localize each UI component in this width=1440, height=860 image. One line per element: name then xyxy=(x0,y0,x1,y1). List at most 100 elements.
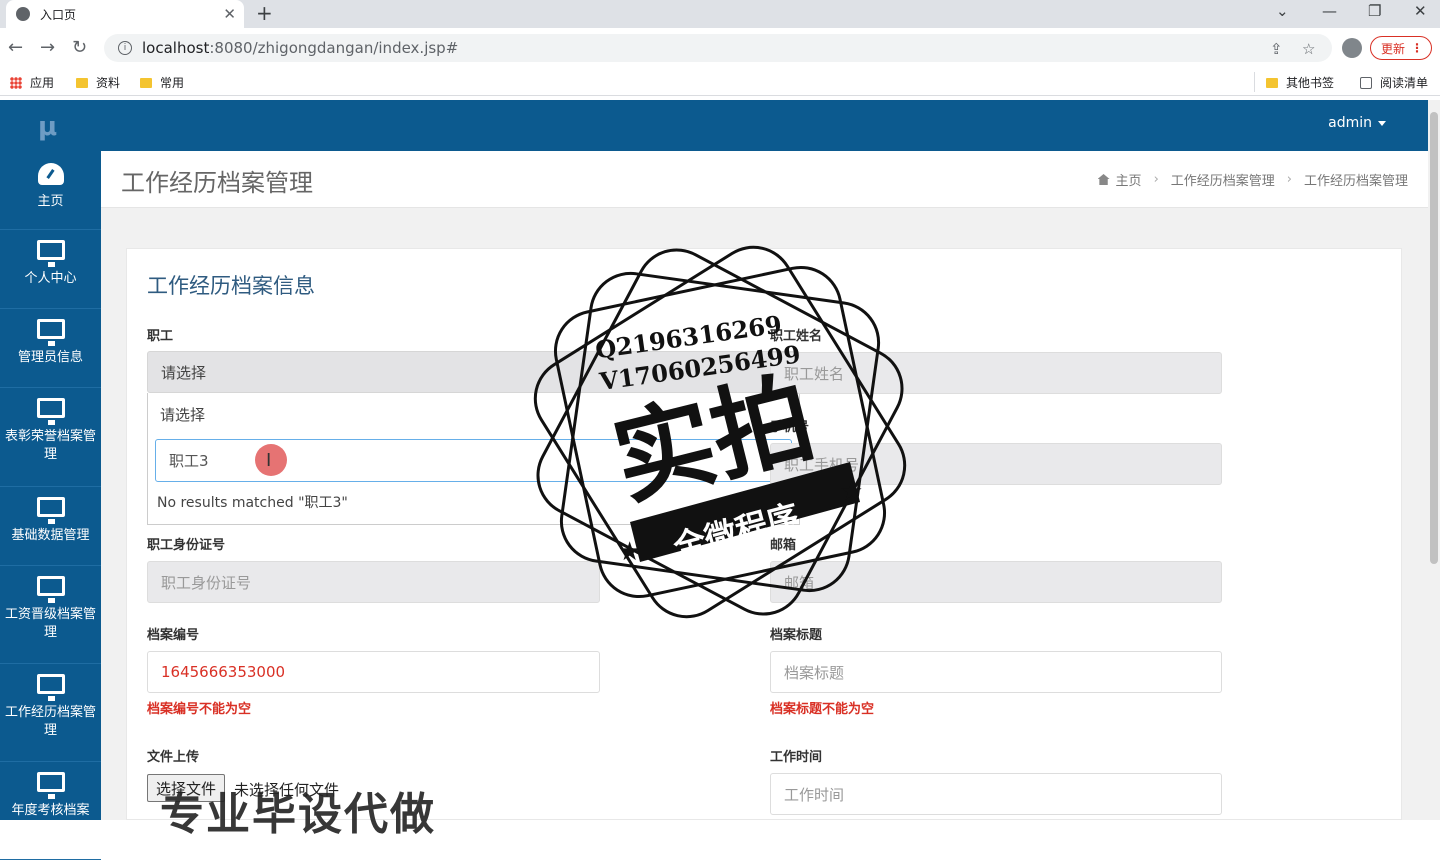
back-icon[interactable]: ← xyxy=(8,37,23,58)
breadcrumb-current: 工作经历档案管理 xyxy=(1303,174,1408,189)
page-header: 工作经历档案管理 主页 › 工作经历档案管理 › 工作经历档案管理 xyxy=(101,151,1428,208)
monitor-icon xyxy=(36,772,65,799)
idcard-label: 职工身份证号 xyxy=(147,538,226,553)
sidebar-item-salary[interactable]: 工资晋级档案管理 xyxy=(0,566,101,664)
address-bar[interactable]: i localhost:8080/zhigongdangan/index.jsp… xyxy=(104,34,1332,62)
sidebar-item-label: 基础数据管理 xyxy=(11,528,90,543)
work-time-field[interactable]: 工作时间 xyxy=(770,773,1222,815)
sidebar-item-label: 主页 xyxy=(37,194,64,209)
archive-no-field[interactable]: 1645666353000 xyxy=(147,651,600,693)
work-time-placeholder: 工作时间 xyxy=(784,785,845,804)
user-name: admin xyxy=(1328,115,1372,131)
app-logo: μ xyxy=(38,112,58,142)
sidebar-item-annual-review[interactable]: 年度考核档案 xyxy=(0,762,101,860)
close-window-button[interactable]: ✕ xyxy=(1414,2,1427,20)
bottom-watermark: 专业毕设代做 xyxy=(160,789,436,840)
bookmark-apps[interactable]: 应用 xyxy=(10,74,54,91)
sidebar-item-label: 个人中心 xyxy=(24,271,77,286)
employee-select-value: 请选择 xyxy=(161,363,207,382)
archive-no-label: 档案编号 xyxy=(147,628,200,643)
monitor-icon xyxy=(36,398,65,425)
sidebar-item-label: 工作经历档案管理 xyxy=(4,705,96,738)
monitor-icon xyxy=(36,576,65,603)
bookmark-label: 阅读清单 xyxy=(1380,76,1429,90)
new-tab-button[interactable]: + xyxy=(256,1,273,25)
profile-avatar[interactable] xyxy=(1342,38,1362,58)
user-menu[interactable]: admin xyxy=(1328,115,1386,131)
sidebar-item-base-data[interactable]: 基础数据管理 xyxy=(0,487,101,566)
folder-icon xyxy=(1266,77,1278,88)
sidebar-item-honors[interactable]: 表彰荣誉档案管理 xyxy=(0,388,101,487)
tab-title: 入口页 xyxy=(40,7,77,22)
breadcrumb-home[interactable]: 主页 xyxy=(1116,170,1142,189)
folder-icon xyxy=(140,77,152,88)
sidebar-item-home[interactable]: 主页 xyxy=(0,151,101,230)
dropdown-option[interactable]: 请选择 xyxy=(160,404,205,425)
bookmark-label: 资料 xyxy=(96,76,121,90)
dashboard-icon xyxy=(37,163,64,185)
bookmark-other[interactable]: 其他书签 xyxy=(1266,74,1334,91)
bookmark-folder-ziliao[interactable]: 资料 xyxy=(76,74,120,91)
text-cursor-icon: Ι xyxy=(266,450,272,471)
forward-icon[interactable]: → xyxy=(40,37,55,58)
reload-icon[interactable]: ↻ xyxy=(72,37,87,58)
caret-down-icon xyxy=(1378,120,1386,126)
share-icon[interactable]: ⇪ xyxy=(1270,40,1283,58)
star-icon: ★ xyxy=(840,477,863,507)
minimize-button[interactable]: — xyxy=(1322,2,1337,20)
globe-icon xyxy=(16,7,30,21)
file-upload-label: 文件上传 xyxy=(147,750,200,765)
url-host: localhost xyxy=(142,39,210,57)
archive-title-field[interactable]: 档案标题 xyxy=(770,651,1222,693)
monitor-icon xyxy=(36,319,65,346)
dropdown-search-value: 职工3 xyxy=(169,452,209,470)
sidebar-item-personal[interactable]: 个人中心 xyxy=(0,230,101,309)
bookmarks-bar: 应用 资料 常用 其他书签 阅读清单 xyxy=(0,68,1440,96)
breadcrumb-separator: › xyxy=(1153,172,1159,187)
info-icon[interactable]: i xyxy=(118,41,132,55)
idcard-placeholder: 职工身份证号 xyxy=(161,573,252,592)
panel-title: 工作经历档案信息 xyxy=(147,274,315,298)
archive-no-error: 档案编号不能为空 xyxy=(147,702,252,717)
reading-list-icon xyxy=(1360,76,1372,89)
breadcrumb: 主页 › 工作经历档案管理 › 工作经历档案管理 xyxy=(1097,170,1408,189)
archive-title-label: 档案标题 xyxy=(770,628,823,643)
restore-button[interactable]: ❐ xyxy=(1368,2,1381,20)
archive-no-value: 1645666353000 xyxy=(161,663,286,681)
update-label: 更新 xyxy=(1381,41,1406,56)
sidebar-item-label: 年度考核档案 xyxy=(11,803,90,818)
close-tab-icon[interactable]: ✕ xyxy=(223,5,236,23)
bookmark-label: 应用 xyxy=(30,76,55,90)
breadcrumb-section[interactable]: 工作经历档案管理 xyxy=(1171,170,1275,189)
sidebar: 主页 个人中心 管理员信息 表彰荣誉档案管理 基础数据管理 工资晋级档案管理 工… xyxy=(0,151,101,860)
browser-tab[interactable]: 入口页 ✕ xyxy=(6,0,244,28)
monitor-icon xyxy=(36,497,65,524)
bookmark-reading-list[interactable]: 阅读清单 xyxy=(1360,74,1428,91)
dropdown-no-results: No results matched "职工3" xyxy=(157,495,348,511)
archive-title-placeholder: 档案标题 xyxy=(784,663,845,682)
work-time-label: 工作时间 xyxy=(770,750,823,765)
bookmark-folder-changyong[interactable]: 常用 xyxy=(140,74,184,91)
star-icon: ★ xyxy=(618,537,641,567)
bookmark-star-icon[interactable]: ☆ xyxy=(1302,40,1315,58)
update-button[interactable]: 更新 ⋮ xyxy=(1370,36,1432,60)
sidebar-item-admins[interactable]: 管理员信息 xyxy=(0,309,101,388)
folder-icon xyxy=(76,77,88,88)
home-icon xyxy=(1097,174,1110,185)
sidebar-item-label: 表彰荣誉档案管理 xyxy=(4,429,96,462)
stamp-watermark: Q2196316269 V17060256499 实拍 全微程序 ★ ★ xyxy=(533,245,907,619)
monitor-icon xyxy=(36,240,65,267)
sidebar-item-label: 管理员信息 xyxy=(17,350,83,365)
breadcrumb-separator: › xyxy=(1286,172,1292,187)
tab-search-icon[interactable]: ⌄ xyxy=(1276,2,1289,20)
url-path: :8080/zhigongdangan/index.jsp# xyxy=(209,39,459,57)
menu-dots-icon[interactable]: ⋮ xyxy=(1411,41,1423,55)
sidebar-item-label: 工资晋级档案管理 xyxy=(4,607,96,640)
archive-title-error: 档案标题不能为空 xyxy=(770,702,875,717)
page-title: 工作经历档案管理 xyxy=(121,169,313,197)
browser-toolbar: ← → ↻ i localhost:8080/zhigongdangan/ind… xyxy=(0,28,1440,68)
browser-tab-bar: 入口页 ✕ + ⌄ — ❐ ✕ xyxy=(0,0,1440,28)
app-header: μ admin xyxy=(0,100,1428,151)
sidebar-item-work-history[interactable]: 工作经历档案管理 xyxy=(0,664,101,762)
scrollbar-thumb[interactable] xyxy=(1430,112,1438,564)
